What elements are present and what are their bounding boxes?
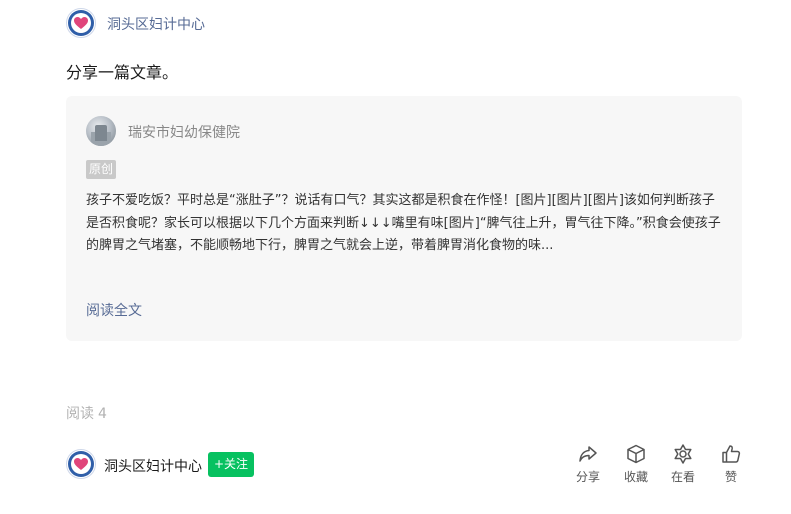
- logo-ring: [68, 451, 94, 477]
- collect-button[interactable]: 收藏: [616, 443, 656, 485]
- wow-button[interactable]: 在看: [663, 443, 703, 485]
- shared-article-card[interactable]: 瑞安市妇幼保健院 原创 孩子不爱吃饭？平时总是“涨肚子”？说话有口气？其实这都是…: [66, 96, 742, 341]
- share-button[interactable]: 分享: [568, 443, 608, 485]
- like-icon: [722, 445, 741, 463]
- follow-button[interactable]: +关注: [208, 452, 255, 477]
- read-label: 阅读: [66, 406, 94, 422]
- source-account-name: 瑞安市妇幼保健院: [128, 125, 240, 141]
- original-badge: 原创: [86, 160, 117, 179]
- source-account-avatar: [86, 116, 116, 146]
- logo-ring: [68, 10, 94, 36]
- like-label: 赞: [724, 470, 737, 484]
- logo-heart-icon: [71, 13, 91, 33]
- read-count: 阅读 4: [66, 403, 107, 423]
- like-button[interactable]: 赞: [711, 443, 751, 485]
- share-icon: [579, 446, 597, 462]
- account-name[interactable]: 洞头区妇计中心: [107, 14, 205, 34]
- read-full-link[interactable]: 阅读全文: [86, 300, 142, 320]
- collect-label: 收藏: [623, 470, 648, 484]
- footer-account-name[interactable]: 洞头区妇计中心: [104, 456, 202, 476]
- article-excerpt: 孩子不爱吃饭？平时总是“涨肚子”？说话有口气？其实这都是积食在作怪！[图片][图…: [86, 193, 721, 253]
- footer-account-avatar[interactable]: [66, 449, 96, 479]
- wow-label: 在看: [670, 470, 695, 484]
- wow-icon: [674, 444, 692, 464]
- post-text: 分享一篇文章。: [66, 63, 179, 82]
- collect-icon: [627, 444, 645, 464]
- account-avatar[interactable]: [66, 8, 96, 38]
- read-number: 4: [98, 406, 107, 422]
- logo-heart-icon: [71, 454, 91, 474]
- share-label: 分享: [575, 470, 600, 484]
